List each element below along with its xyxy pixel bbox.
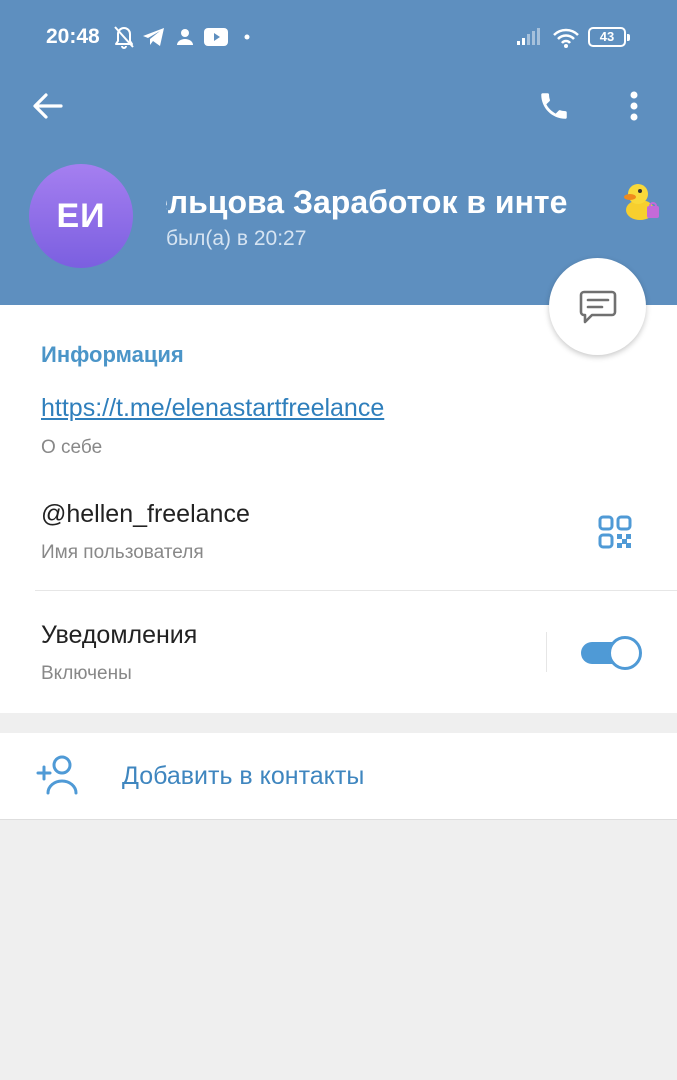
- divider: [546, 632, 547, 672]
- telegram-icon: [143, 28, 164, 46]
- avatar-initials: ЕИ: [56, 196, 106, 235]
- last-seen: был(а) в 20:27: [166, 226, 406, 254]
- notifications-status: Включены: [41, 663, 132, 684]
- notifications-title[interactable]: Уведомления: [41, 621, 197, 650]
- section-title: Информация: [41, 342, 184, 367]
- bio-link[interactable]: https://t.me/elenastartfreelance: [41, 394, 384, 423]
- avatar[interactable]: ЕИ: [29, 164, 133, 268]
- divider: [35, 590, 677, 591]
- last-seen-text: был(а) в 20:27: [166, 227, 307, 250]
- arrow-left-icon: [33, 93, 63, 119]
- username[interactable]: @hellen_freelance: [41, 500, 250, 529]
- duck-emoji: [624, 184, 659, 220]
- call-button[interactable]: [530, 82, 578, 130]
- battery-level: 43: [599, 29, 615, 44]
- person-icon: [177, 29, 193, 45]
- qr-code-icon[interactable]: [598, 515, 632, 549]
- message-button[interactable]: [549, 258, 646, 355]
- bell-off-icon: [114, 26, 134, 49]
- wifi-icon: [553, 28, 579, 48]
- phone-icon: [541, 93, 567, 119]
- battery-icon: 43: [588, 27, 630, 47]
- notifications-toggle[interactable]: [581, 636, 642, 670]
- username-label: Имя пользователя: [41, 542, 204, 563]
- toggle-knob: [608, 636, 642, 670]
- profile-name: ельцова Заработок в инте: [166, 178, 606, 224]
- more-vertical-icon: [630, 91, 638, 121]
- info-section: Информация https://t.me/elenastartfreela…: [0, 305, 677, 713]
- status-bar: 20:48 43: [0, 0, 677, 76]
- dot-icon: [244, 34, 250, 40]
- signal-icon: [517, 28, 540, 45]
- profile-header: 20:48 43 ЕИ ельцова Заработок в инте был…: [0, 0, 677, 305]
- profile-name-text: ельцова Заработок в инте: [166, 184, 568, 220]
- add-contact-button[interactable]: Добавить в контакты: [0, 733, 677, 820]
- more-button[interactable]: [614, 82, 654, 130]
- add-contact-label: Добавить в контакты: [122, 762, 365, 790]
- bio-label: О себе: [41, 437, 103, 458]
- back-button[interactable]: [24, 82, 72, 130]
- youtube-icon: [204, 28, 228, 46]
- add-person-icon: [36, 755, 78, 795]
- status-time: 20:48: [46, 25, 100, 48]
- message-icon: [579, 290, 616, 323]
